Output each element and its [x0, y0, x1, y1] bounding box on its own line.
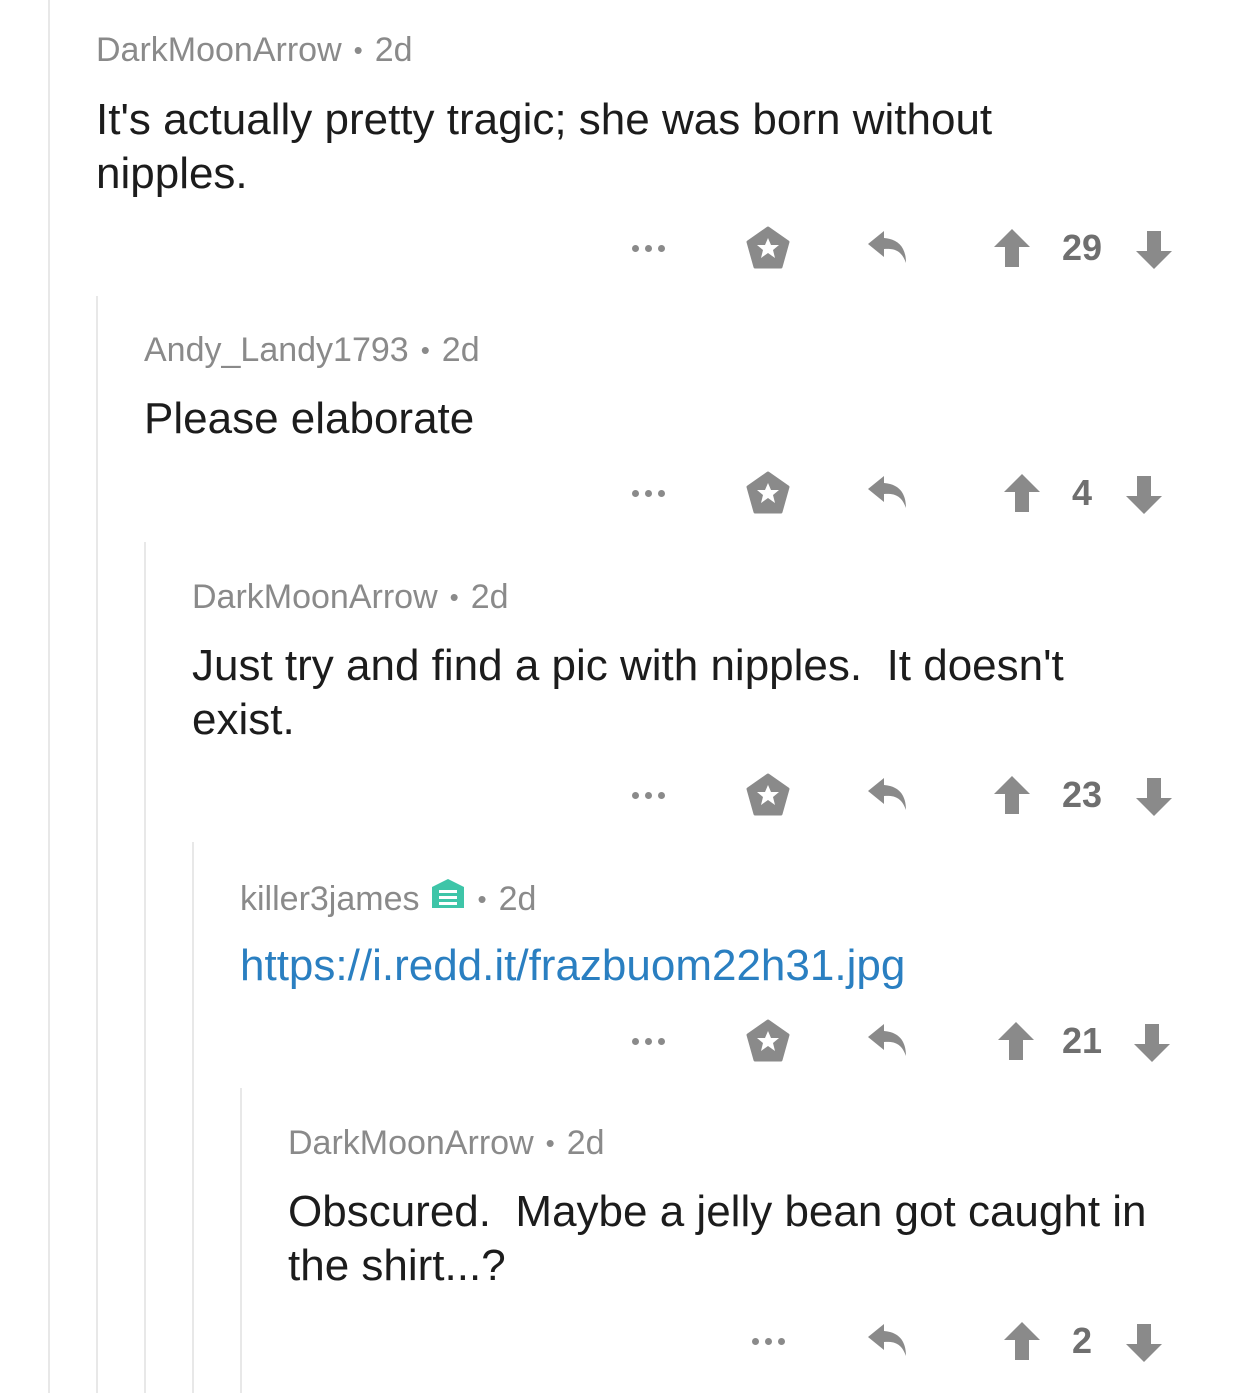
more-icon[interactable]	[628, 483, 668, 503]
comment-age: 2d	[441, 331, 480, 369]
comment-age: 2d	[374, 31, 413, 69]
reply-icon[interactable]	[866, 472, 910, 514]
more-icon[interactable]	[628, 238, 668, 258]
comment-meta: DarkMoonArrow • 2d	[288, 1123, 605, 1163]
comment-body: It's actually pretty tragic; she was bor…	[96, 95, 993, 198]
reply-icon[interactable]	[866, 1320, 910, 1362]
comment-link[interactable]: https://i.redd.it/frazbuom22h31.jpg	[240, 939, 1200, 993]
thread-line-level-2	[144, 542, 146, 1393]
comment-author[interactable]: killer3james	[240, 879, 420, 919]
meta-separator: •	[545, 1128, 555, 1158]
comment-score: 21	[1061, 1020, 1103, 1061]
comment-age: 2d	[470, 578, 509, 616]
thread-line-level-4	[240, 1088, 242, 1393]
meta-separator: •	[477, 883, 487, 914]
upvote-arrow-icon[interactable]	[1002, 1320, 1042, 1362]
upvote-arrow-icon[interactable]	[996, 1020, 1036, 1062]
reply-icon[interactable]	[866, 227, 910, 269]
award-icon[interactable]	[744, 772, 792, 818]
comment-body: Just try and find a pic with nipples. It…	[192, 641, 1076, 744]
more-icon[interactable]	[628, 1031, 668, 1051]
upvote-arrow-icon[interactable]	[1002, 472, 1042, 514]
comment-score: 23	[1061, 774, 1103, 815]
comment-meta: killer3james • 2d	[240, 877, 536, 920]
more-icon[interactable]	[628, 785, 668, 805]
comment-age: 2d	[498, 879, 537, 918]
moderator-shield-icon	[430, 877, 466, 920]
meta-separator: •	[420, 335, 430, 365]
award-icon[interactable]	[744, 225, 792, 271]
thread-line-level-1	[96, 296, 98, 1393]
downvote-arrow-icon[interactable]	[1124, 474, 1164, 516]
meta-separator: •	[353, 35, 363, 65]
comment-author[interactable]: DarkMoonArrow	[96, 30, 342, 70]
downvote-arrow-icon[interactable]	[1134, 229, 1174, 271]
comment-body: Please elaborate	[144, 394, 475, 443]
thread-line-level-3	[192, 842, 194, 1393]
comment-score: 29	[1061, 227, 1103, 268]
reply-icon[interactable]	[866, 1020, 910, 1062]
upvote-arrow-icon[interactable]	[992, 774, 1032, 816]
comment-author[interactable]: DarkMoonArrow	[192, 577, 438, 617]
thread-line-level-0	[48, 0, 50, 1393]
comment-author[interactable]: Andy_Landy1793	[144, 330, 409, 370]
award-icon[interactable]	[744, 470, 792, 516]
comment-meta: DarkMoonArrow • 2d	[192, 577, 509, 617]
comment-meta: DarkMoonArrow • 2d	[96, 30, 413, 70]
comment-score: 2	[1071, 1320, 1093, 1361]
downvote-arrow-icon[interactable]	[1132, 1022, 1172, 1064]
downvote-arrow-icon[interactable]	[1134, 776, 1174, 818]
comment-meta: Andy_Landy1793 • 2d	[144, 330, 480, 370]
comment-body: Obscured. Maybe a jelly bean got caught …	[288, 1187, 1159, 1290]
upvote-arrow-icon[interactable]	[992, 227, 1032, 269]
meta-separator: •	[449, 582, 459, 612]
comment-score: 4	[1071, 472, 1093, 513]
more-icon[interactable]	[748, 1331, 788, 1351]
comment-author[interactable]: DarkMoonArrow	[288, 1123, 534, 1163]
downvote-arrow-icon[interactable]	[1124, 1322, 1164, 1364]
reply-icon[interactable]	[866, 774, 910, 816]
comment-age: 2d	[566, 1124, 605, 1162]
award-icon[interactable]	[744, 1018, 792, 1064]
